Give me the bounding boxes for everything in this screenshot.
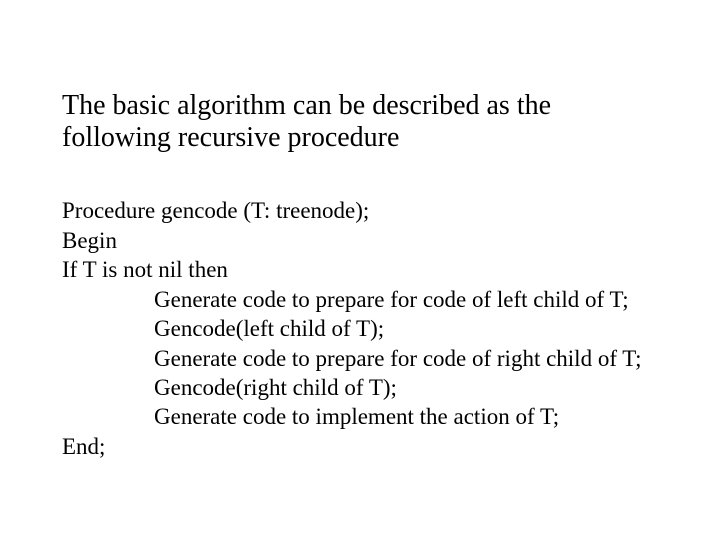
slide-title: The basic algorithm can be described as …: [62, 90, 660, 154]
slide: The basic algorithm can be described as …: [0, 0, 720, 540]
code-line: If T is not nil then: [62, 255, 660, 284]
code-line: Generate code to prepare for code of lef…: [62, 285, 660, 314]
code-line: Generate code to implement the action of…: [62, 402, 660, 431]
code-line: Generate code to prepare for code of rig…: [62, 344, 660, 373]
code-line: Procedure gencode (T: treenode);: [62, 196, 660, 225]
slide-body: Procedure gencode (T: treenode); Begin I…: [62, 196, 660, 461]
code-line: End;: [62, 432, 660, 461]
code-line: Gencode(right child of T);: [62, 373, 660, 402]
code-line: Begin: [62, 226, 660, 255]
code-line: Gencode(left child of T);: [62, 314, 660, 343]
